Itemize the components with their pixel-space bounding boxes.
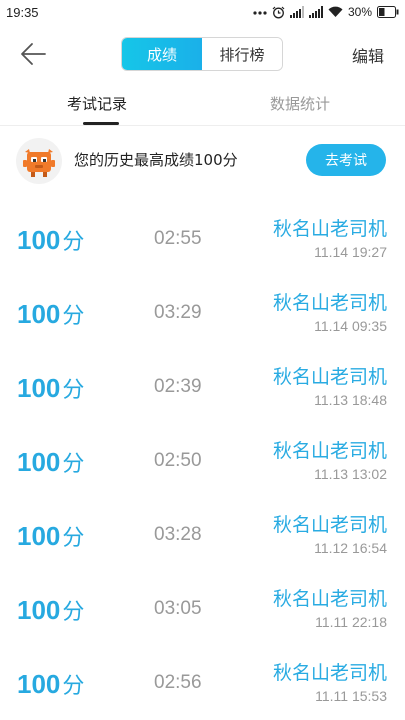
list-item[interactable]: 100分 03:29 秋名山老司机 11.14 09:35 <box>0 276 405 350</box>
score-unit: 分 <box>62 600 85 625</box>
score: 100分 <box>17 594 84 626</box>
score: 100分 <box>17 224 84 256</box>
arrow-left-icon <box>18 43 48 72</box>
record-title: 秋名山老司机 <box>272 662 387 684</box>
score-unit: 分 <box>62 378 85 403</box>
score: 100分 <box>17 446 84 478</box>
battery-icon <box>377 6 399 18</box>
list-item[interactable]: 100分 03:05 秋名山老司机 11.11 22:18 <box>0 572 405 646</box>
score-value: 100 <box>17 595 61 625</box>
record-timestamp: 11.14 09:35 <box>314 318 387 334</box>
record-title: 秋名山老司机 <box>272 440 387 462</box>
segment-leaderboard[interactable]: 排行榜 <box>202 38 282 70</box>
status-time: 19:35 <box>6 5 39 20</box>
status-icons: 30% <box>253 5 399 19</box>
score-value: 100 <box>17 669 61 699</box>
list-item[interactable]: 100分 02:55 秋名山老司机 11.14 19:27 <box>0 202 405 276</box>
signal-icon <box>308 6 323 18</box>
duration: 03:28 <box>154 524 202 545</box>
duration: 03:29 <box>154 302 202 323</box>
score-unit: 分 <box>62 674 85 699</box>
back-button[interactable] <box>18 40 48 68</box>
best-score-banner: 您的历史最高成绩100分 去考试 <box>0 126 405 192</box>
score-unit: 分 <box>62 526 85 551</box>
signal-icon <box>289 6 304 18</box>
duration: 02:39 <box>154 376 202 397</box>
tab-bar: 考试记录 数据统计 <box>0 80 405 126</box>
score-value: 100 <box>17 373 61 403</box>
score-unit: 分 <box>62 230 85 255</box>
list-item[interactable]: 100分 02:39 秋名山老司机 11.13 18:48 <box>0 350 405 424</box>
score-unit: 分 <box>62 452 85 477</box>
header: 成绩 排行榜 编辑 <box>0 28 405 80</box>
score: 100分 <box>17 520 84 552</box>
score: 100分 <box>17 298 84 330</box>
duration: 03:05 <box>154 598 202 619</box>
duration: 02:55 <box>154 228 202 249</box>
score-value: 100 <box>17 447 61 477</box>
record-title: 秋名山老司机 <box>272 218 387 240</box>
robot-mascot-icon <box>16 138 62 184</box>
segment-score[interactable]: 成绩 <box>122 38 202 70</box>
list-item[interactable]: 100分 03:28 秋名山老司机 11.12 16:54 <box>0 498 405 572</box>
record-title: 秋名山老司机 <box>272 514 387 536</box>
score: 100分 <box>17 372 84 404</box>
score-value: 100 <box>17 521 61 551</box>
dots-icon <box>253 6 267 18</box>
duration: 02:56 <box>154 672 202 693</box>
list-item[interactable]: 100分 02:50 秋名山老司机 11.13 13:02 <box>0 424 405 498</box>
record-timestamp: 11.11 22:18 <box>315 614 387 630</box>
tab-statistics[interactable]: 数据统计 <box>270 93 330 114</box>
record-title: 秋名山老司机 <box>272 366 387 388</box>
score: 100分 <box>17 668 84 700</box>
alarm-icon <box>272 6 285 19</box>
record-timestamp: 11.14 19:27 <box>314 244 387 260</box>
records-list: 100分 02:55 秋名山老司机 11.14 19:27 100分 03:29… <box>0 202 405 720</box>
tab-exam-records[interactable]: 考试记录 <box>67 93 127 114</box>
status-bar: 19:35 30% <box>0 0 405 28</box>
score-value: 100 <box>17 299 61 329</box>
battery-text: 30% <box>347 5 372 19</box>
record-timestamp: 11.13 13:02 <box>314 466 387 482</box>
record-title: 秋名山老司机 <box>272 292 387 314</box>
best-score-text: 您的历史最高成绩100分 <box>74 151 238 169</box>
record-timestamp: 11.12 16:54 <box>314 540 387 556</box>
record-title: 秋名山老司机 <box>272 588 387 610</box>
list-item[interactable]: 100分 02:56 秋名山老司机 11.11 15:53 <box>0 646 405 720</box>
tab-indicator <box>83 122 119 125</box>
segmented-control: 成绩 排行榜 <box>121 37 283 71</box>
edit-button[interactable]: 编辑 <box>352 43 384 67</box>
score-value: 100 <box>17 225 61 255</box>
record-timestamp: 11.11 15:53 <box>315 688 387 704</box>
go-exam-button[interactable]: 去考试 <box>306 144 386 176</box>
record-timestamp: 11.13 18:48 <box>314 392 387 408</box>
duration: 02:50 <box>154 450 202 471</box>
score-unit: 分 <box>62 304 85 329</box>
wifi-icon <box>328 6 343 18</box>
